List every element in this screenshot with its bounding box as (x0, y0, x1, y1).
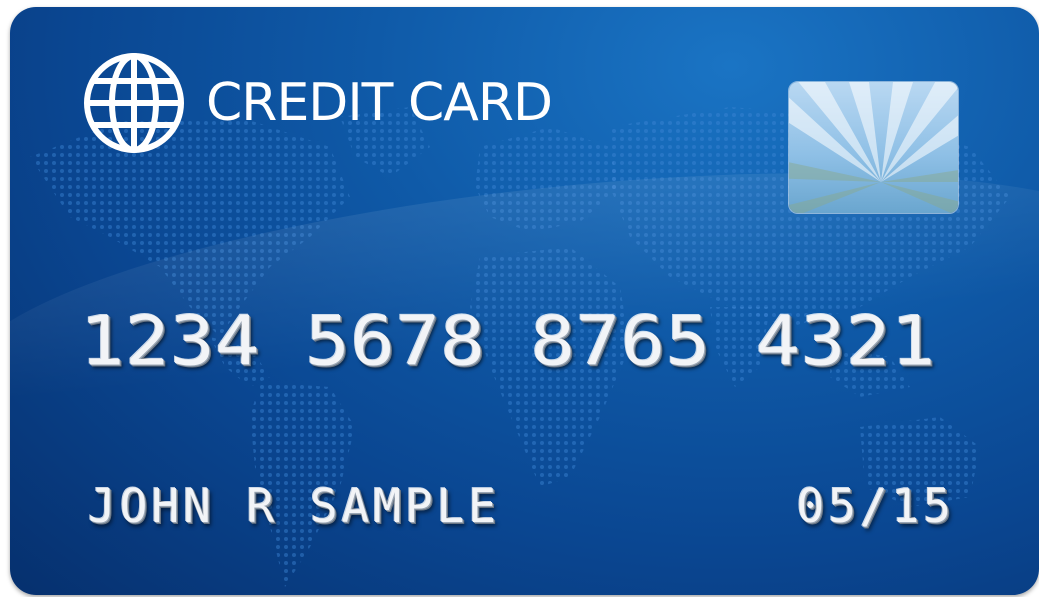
card-title: CREDIT CARD (206, 73, 553, 133)
cardholder-name: JOHN R SAMPLE (88, 479, 501, 533)
expiry-date: 05/15 (796, 479, 955, 533)
globe-icon (84, 53, 184, 153)
chip-icon (788, 81, 959, 214)
card-number: 1234 5678 8765 4321 (80, 302, 936, 382)
brand: CREDIT CARD (82, 53, 553, 153)
credit-card: CREDIT CARD 1234 5678 8765 4321 JOHN R S… (10, 7, 1039, 595)
